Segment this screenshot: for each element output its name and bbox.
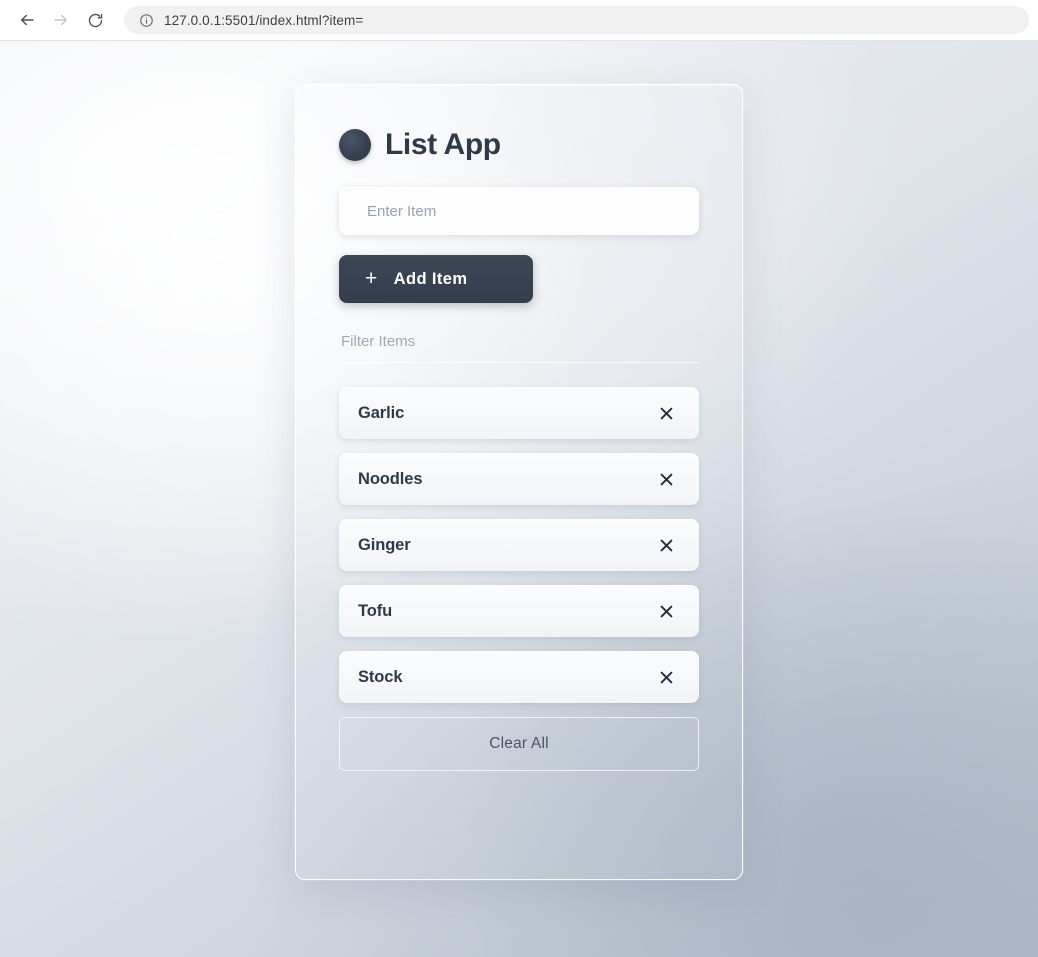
forward-button[interactable] xyxy=(46,5,76,35)
close-x-icon[interactable] xyxy=(655,666,677,688)
list-item[interactable]: Ginger xyxy=(339,519,699,571)
forward-arrow-icon xyxy=(52,11,70,29)
info-circle-icon[interactable] xyxy=(138,12,154,28)
list-item[interactable]: Garlic xyxy=(339,387,699,439)
back-button[interactable] xyxy=(12,5,42,35)
close-x-icon[interactable] xyxy=(655,402,677,424)
filter-field-wrapper xyxy=(339,327,699,363)
item-list: Garlic Noodles Ginger Tofu Stock xyxy=(339,387,699,703)
list-item-label: Tofu xyxy=(358,601,393,620)
list-item-label: Garlic xyxy=(358,403,405,422)
add-item-label: Add Item xyxy=(393,269,468,288)
close-x-icon[interactable] xyxy=(655,468,677,490)
item-input[interactable] xyxy=(339,187,699,235)
close-x-icon[interactable] xyxy=(655,600,677,622)
clear-all-button[interactable]: Clear All xyxy=(339,717,699,771)
address-bar-url: 127.0.0.1:5501/index.html?item= xyxy=(164,12,364,28)
list-item[interactable]: Noodles xyxy=(339,453,699,505)
list-item-label: Noodles xyxy=(358,469,423,488)
list-item[interactable]: Stock xyxy=(339,651,699,703)
reload-button[interactable] xyxy=(80,5,110,35)
address-bar[interactable]: 127.0.0.1:5501/index.html?item= xyxy=(124,6,1029,34)
reload-icon xyxy=(87,12,104,29)
page-viewport: List App + Add Item Garlic Noodles xyxy=(0,41,1038,957)
list-item[interactable]: Tofu xyxy=(339,585,699,637)
list-item-label: Ginger xyxy=(358,535,411,554)
plus-icon: + xyxy=(365,266,378,290)
list-item-label: Stock xyxy=(358,667,403,686)
back-arrow-icon xyxy=(18,11,36,29)
circle-logo-icon xyxy=(339,129,371,161)
add-item-button[interactable]: + Add Item xyxy=(339,255,533,303)
browser-toolbar: 127.0.0.1:5501/index.html?item= xyxy=(0,0,1038,41)
list-app-card: List App + Add Item Garlic Noodles xyxy=(295,84,743,880)
page-title: List App xyxy=(385,128,501,161)
close-x-icon[interactable] xyxy=(655,534,677,556)
filter-input[interactable] xyxy=(339,327,699,363)
app-header: List App xyxy=(339,129,699,161)
